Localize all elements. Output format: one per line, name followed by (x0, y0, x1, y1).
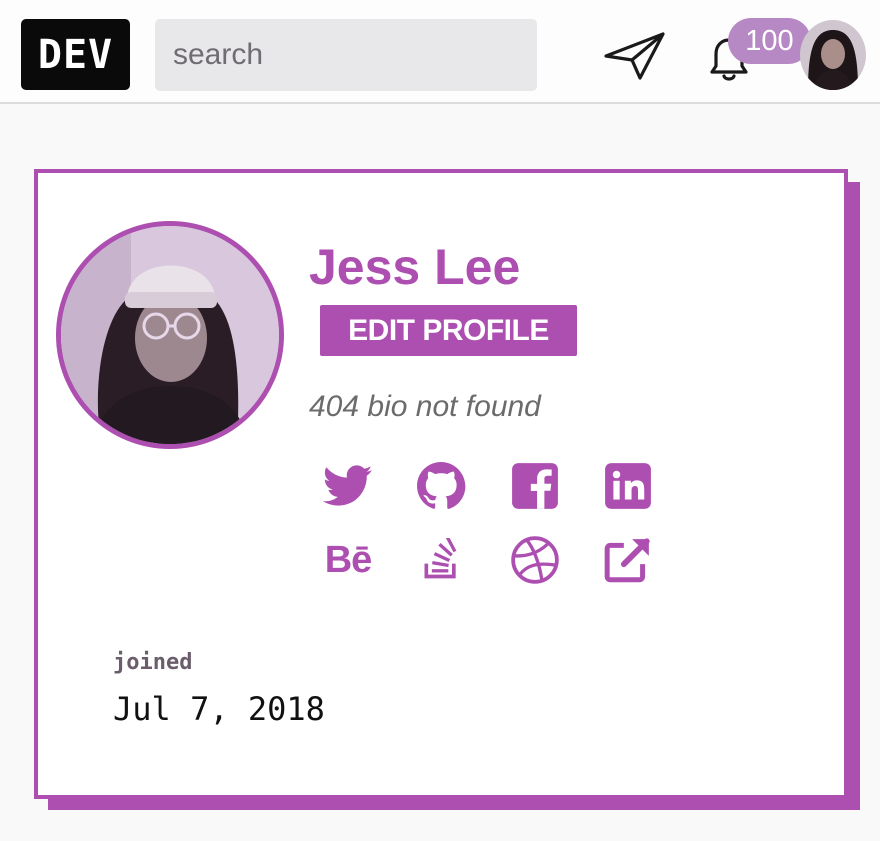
edit-profile-button[interactable]: EDIT PROFILE (320, 305, 577, 356)
dribbble-icon[interactable] (509, 534, 561, 586)
search-input[interactable] (155, 19, 537, 91)
profile-photo (61, 226, 279, 444)
top-navigation-bar: DEV 100 (0, 0, 880, 104)
stackoverflow-icon[interactable] (415, 534, 467, 586)
joined-label: joined (113, 650, 193, 675)
dev-logo[interactable]: DEV (21, 19, 130, 90)
send-icon[interactable] (602, 30, 666, 82)
facebook-icon[interactable] (509, 460, 561, 512)
profile-bio: 404 bio not found (309, 390, 541, 423)
notification-count: 100 (745, 24, 794, 57)
edit-profile-label: EDIT PROFILE (348, 313, 549, 347)
twitter-icon[interactable] (322, 460, 374, 512)
profile-name: Jess Lee (309, 239, 521, 295)
notification-count-badge[interactable]: 100 (728, 18, 811, 64)
behance-label: Bē (324, 539, 373, 581)
behance-icon[interactable]: Bē (322, 534, 374, 586)
joined-date: Jul 7, 2018 (113, 690, 325, 728)
external-link-icon[interactable] (602, 534, 654, 586)
logo-text: DEV (37, 31, 114, 78)
github-icon[interactable] (415, 460, 467, 512)
user-avatar[interactable] (800, 20, 866, 90)
avatar-photo (800, 20, 866, 90)
linkedin-icon[interactable] (602, 460, 654, 512)
profile-avatar (56, 221, 284, 449)
